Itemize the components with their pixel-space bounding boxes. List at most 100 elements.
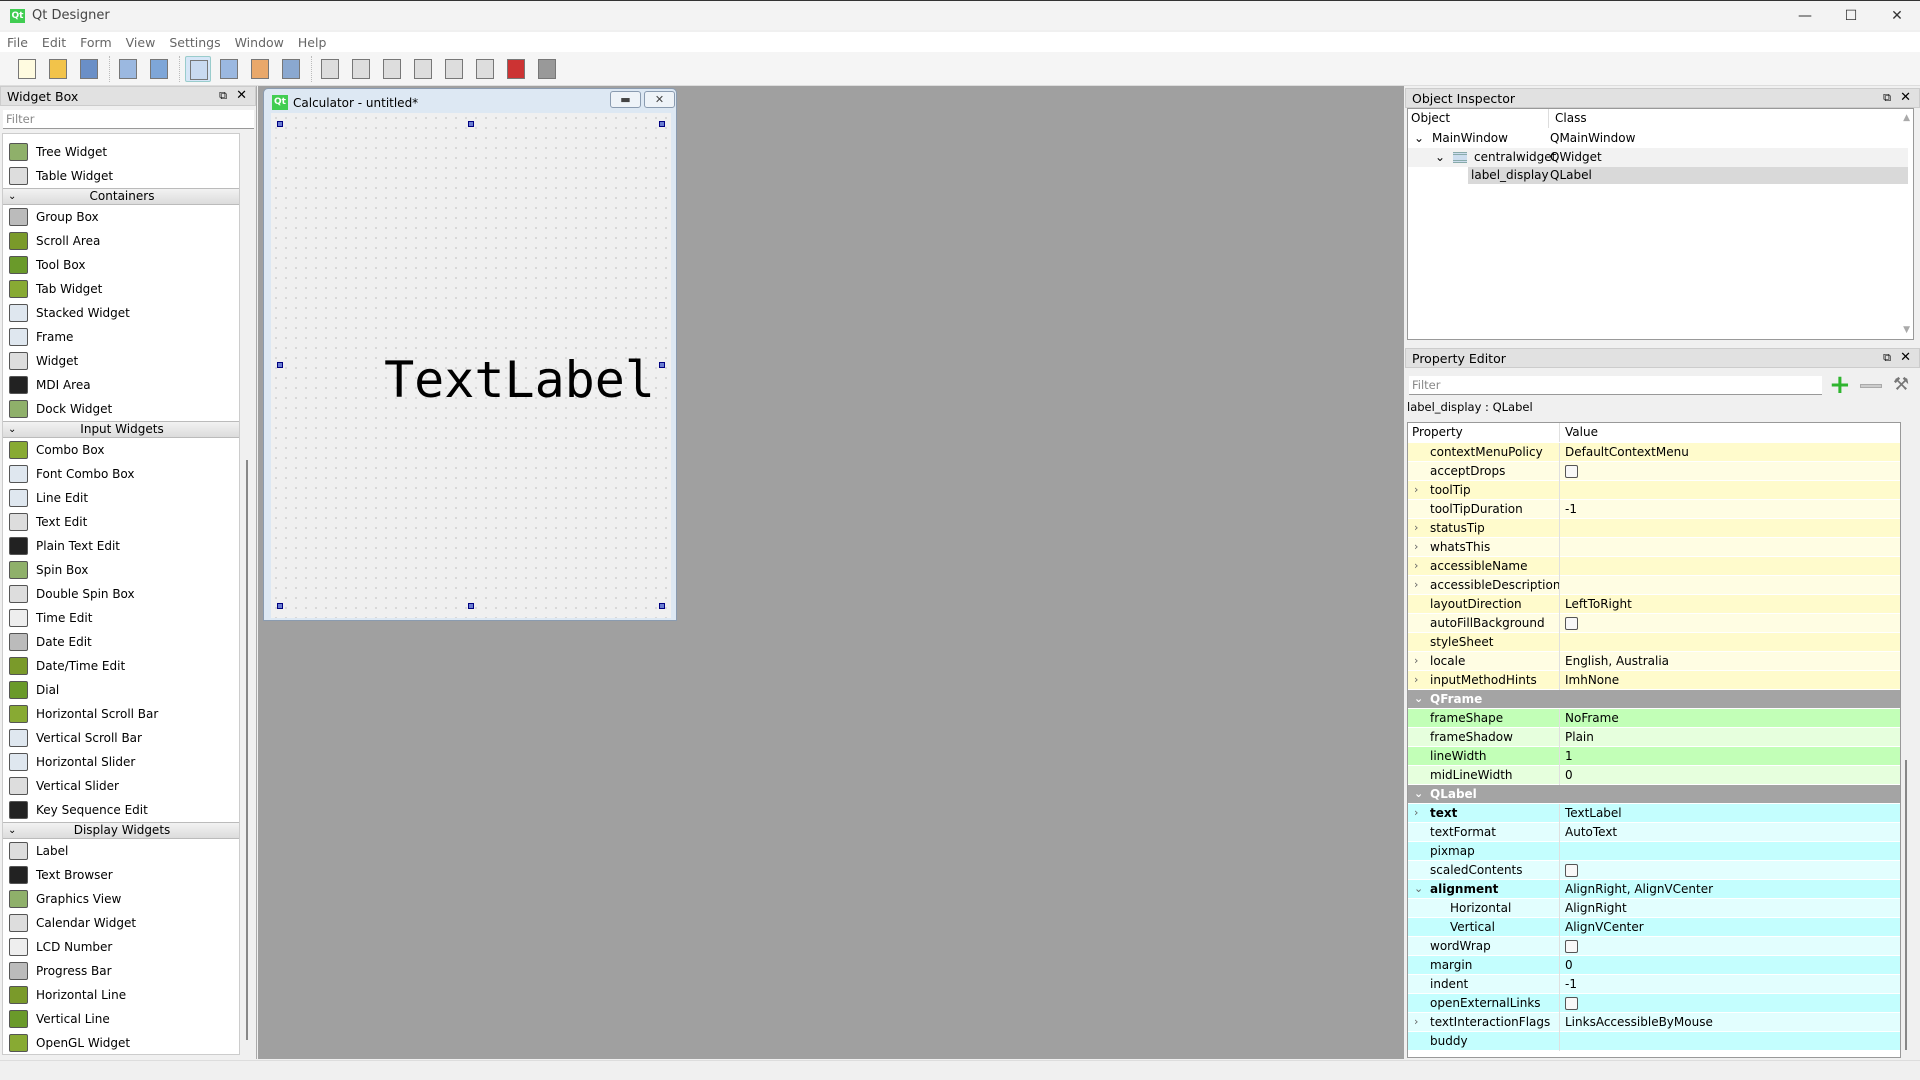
property-value[interactable]: TextLabel — [1565, 804, 1622, 822]
scroll-up-icon[interactable]: ▲ — [1903, 113, 1910, 123]
chevron-right-icon[interactable]: › — [1414, 557, 1418, 575]
save-button[interactable] — [76, 56, 102, 82]
property-row-vertical[interactable]: Vertical AlignVCenter — [1408, 918, 1900, 937]
edit-tab-order-button[interactable] — [278, 56, 304, 82]
property-value[interactable]: 0 — [1565, 956, 1573, 974]
layout-horizontal-splitter-button[interactable] — [379, 56, 405, 82]
property-value[interactable]: ImhNone — [1565, 671, 1619, 689]
chevron-right-icon[interactable]: › — [1414, 519, 1418, 537]
property-row-accessibledescription[interactable]: › accessibleDescription — [1408, 576, 1900, 595]
new-file-button[interactable] — [14, 56, 40, 82]
property-row-midlinewidth[interactable]: midLineWidth 0 — [1408, 766, 1900, 785]
bring-to-front-button[interactable] — [146, 56, 172, 82]
property-value[interactable]: 1 — [1565, 747, 1573, 765]
property-value[interactable]: English, Australia — [1565, 652, 1669, 670]
property-row-acceptdrops[interactable]: acceptDrops — [1408, 462, 1900, 481]
widget-item-key-sequence-edit[interactable]: Key Sequence Edit — [3, 798, 239, 822]
chevron-down-icon[interactable]: ⌄ — [8, 189, 16, 204]
tree-row-label-display[interactable]: label_display QLabel — [1468, 167, 1908, 184]
property-value[interactable]: Plain — [1565, 728, 1594, 746]
scroll-down-icon[interactable]: ▼ — [1903, 325, 1910, 335]
wrench-icon[interactable]: ⚒ — [1893, 374, 1909, 395]
chevron-right-icon[interactable]: › — [1414, 538, 1418, 556]
chevron-right-icon[interactable]: › — [1414, 1013, 1418, 1031]
layout-vertical-splitter-button[interactable] — [410, 56, 436, 82]
property-row-horizontal[interactable]: Horizontal AlignRight — [1408, 899, 1900, 918]
property-row-wordwrap[interactable]: wordWrap — [1408, 937, 1900, 956]
float-icon[interactable]: ⧉ — [1883, 351, 1891, 365]
widget-item-label[interactable]: Label — [3, 839, 239, 863]
layout-grid-button[interactable] — [441, 56, 467, 82]
menu-file[interactable]: File — [0, 32, 35, 53]
column-header-object[interactable]: Object — [1411, 109, 1450, 128]
widget-item-frame[interactable]: Frame — [3, 325, 239, 349]
property-value[interactable]: AlignVCenter — [1565, 918, 1644, 936]
open-folder-button[interactable] — [45, 56, 71, 82]
form-minimize-button[interactable]: ▬ — [610, 91, 641, 108]
edit-buddies-button[interactable] — [247, 56, 273, 82]
menu-settings[interactable]: Settings — [162, 32, 227, 53]
property-row-contextmenupolicy[interactable]: contextMenuPolicy DefaultContextMenu — [1408, 443, 1900, 462]
property-row-frameshadow[interactable]: frameShadow Plain — [1408, 728, 1900, 747]
property-row-scaledcontents[interactable]: scaledContents — [1408, 861, 1900, 880]
chevron-down-icon[interactable]: ⌄ — [1414, 880, 1423, 898]
widget-item-vertical-line[interactable]: Vertical Line — [3, 1007, 239, 1031]
widget-item-combo-box[interactable]: Combo Box — [3, 438, 239, 462]
widget-item-time-edit[interactable]: Time Edit — [3, 606, 239, 630]
chevron-right-icon[interactable]: › — [1414, 576, 1418, 594]
send-to-back-button[interactable] — [115, 56, 141, 82]
menu-help[interactable]: Help — [291, 32, 334, 53]
category-containers[interactable]: ⌄ Containers — [3, 188, 239, 205]
property-row-margin[interactable]: margin 0 — [1408, 956, 1900, 975]
chevron-right-icon[interactable]: › — [1414, 481, 1418, 499]
maximize-button[interactable]: ☐ — [1828, 1, 1874, 31]
property-checkbox[interactable] — [1565, 940, 1578, 953]
property-row-layoutdirection[interactable]: layoutDirection LeftToRight — [1408, 595, 1900, 614]
resize-handle[interactable] — [277, 603, 283, 609]
label-display[interactable]: TextLabel — [384, 351, 655, 409]
property-checkbox[interactable] — [1565, 864, 1578, 877]
widget-item-dock-widget[interactable]: Dock Widget — [3, 397, 239, 421]
property-group-qlabel[interactable]: ⌄ QLabel — [1408, 785, 1900, 804]
property-row-buddy[interactable]: buddy — [1408, 1032, 1900, 1051]
property-row-textinteractionflags[interactable]: › textInteractionFlags LinksAccessibleByMo… — [1408, 1013, 1900, 1032]
chevron-right-icon[interactable]: › — [1414, 671, 1418, 689]
property-row-tooltip[interactable]: › toolTip — [1408, 481, 1900, 500]
property-row-indent[interactable]: indent -1 — [1408, 975, 1900, 994]
tree-row-centralwidget[interactable]: ⌄ centralwidget QWidget — [1408, 148, 1908, 167]
chevron-right-icon[interactable]: › — [1414, 652, 1418, 670]
add-property-icon[interactable]: + — [1829, 370, 1851, 400]
form-close-button[interactable]: ✕ — [644, 91, 675, 108]
menu-form[interactable]: Form — [73, 32, 119, 53]
layout-vertical-button[interactable] — [348, 56, 374, 82]
close-icon[interactable]: ✕ — [1900, 350, 1911, 365]
adjust-size-button[interactable] — [534, 56, 560, 82]
float-icon[interactable]: ⧉ — [219, 89, 227, 103]
menu-window[interactable]: Window — [228, 32, 291, 53]
property-row-stylesheet[interactable]: styleSheet — [1408, 633, 1900, 652]
widget-item-stacked-widget[interactable]: Stacked Widget — [3, 301, 239, 325]
property-checkbox[interactable] — [1565, 997, 1578, 1010]
property-row-tooltipduration[interactable]: toolTipDuration -1 — [1408, 500, 1900, 519]
widget-item-horizontal-scroll-bar[interactable]: Horizontal Scroll Bar — [3, 702, 239, 726]
edit-widgets-button[interactable] — [185, 56, 211, 82]
widget-item-tool-box[interactable]: Tool Box — [3, 253, 239, 277]
property-row-whatsthis[interactable]: › whatsThis — [1408, 538, 1900, 557]
property-value[interactable]: LinksAccessibleByMouse — [1565, 1013, 1713, 1031]
property-row-text[interactable]: › text TextLabel — [1408, 804, 1900, 823]
category-input-widgets[interactable]: ⌄ Input Widgets — [3, 421, 239, 438]
widget-item-date-time-edit[interactable]: Date/Time Edit — [3, 654, 239, 678]
close-icon[interactable]: ✕ — [1900, 90, 1911, 105]
layout-horizontal-button[interactable] — [317, 56, 343, 82]
widget-item-opengl-widget[interactable]: OpenGL Widget — [3, 1031, 239, 1054]
property-value[interactable]: AlignRight — [1565, 899, 1627, 917]
close-button[interactable]: ✕ — [1874, 1, 1920, 31]
tree-row-mainwindow[interactable]: ⌄ MainWindow QMainWindow — [1408, 129, 1908, 148]
property-row-locale[interactable]: › locale English, Australia — [1408, 652, 1900, 671]
close-icon[interactable]: ✕ — [236, 88, 247, 103]
float-icon[interactable]: ⧉ — [1883, 91, 1891, 105]
column-header-class[interactable]: Class — [1548, 109, 1908, 128]
widget-item-graphics-view[interactable]: Graphics View — [3, 887, 239, 911]
widget-item-vertical-slider[interactable]: Vertical Slider — [3, 774, 239, 798]
property-row-statustip[interactable]: › statusTip — [1408, 519, 1900, 538]
